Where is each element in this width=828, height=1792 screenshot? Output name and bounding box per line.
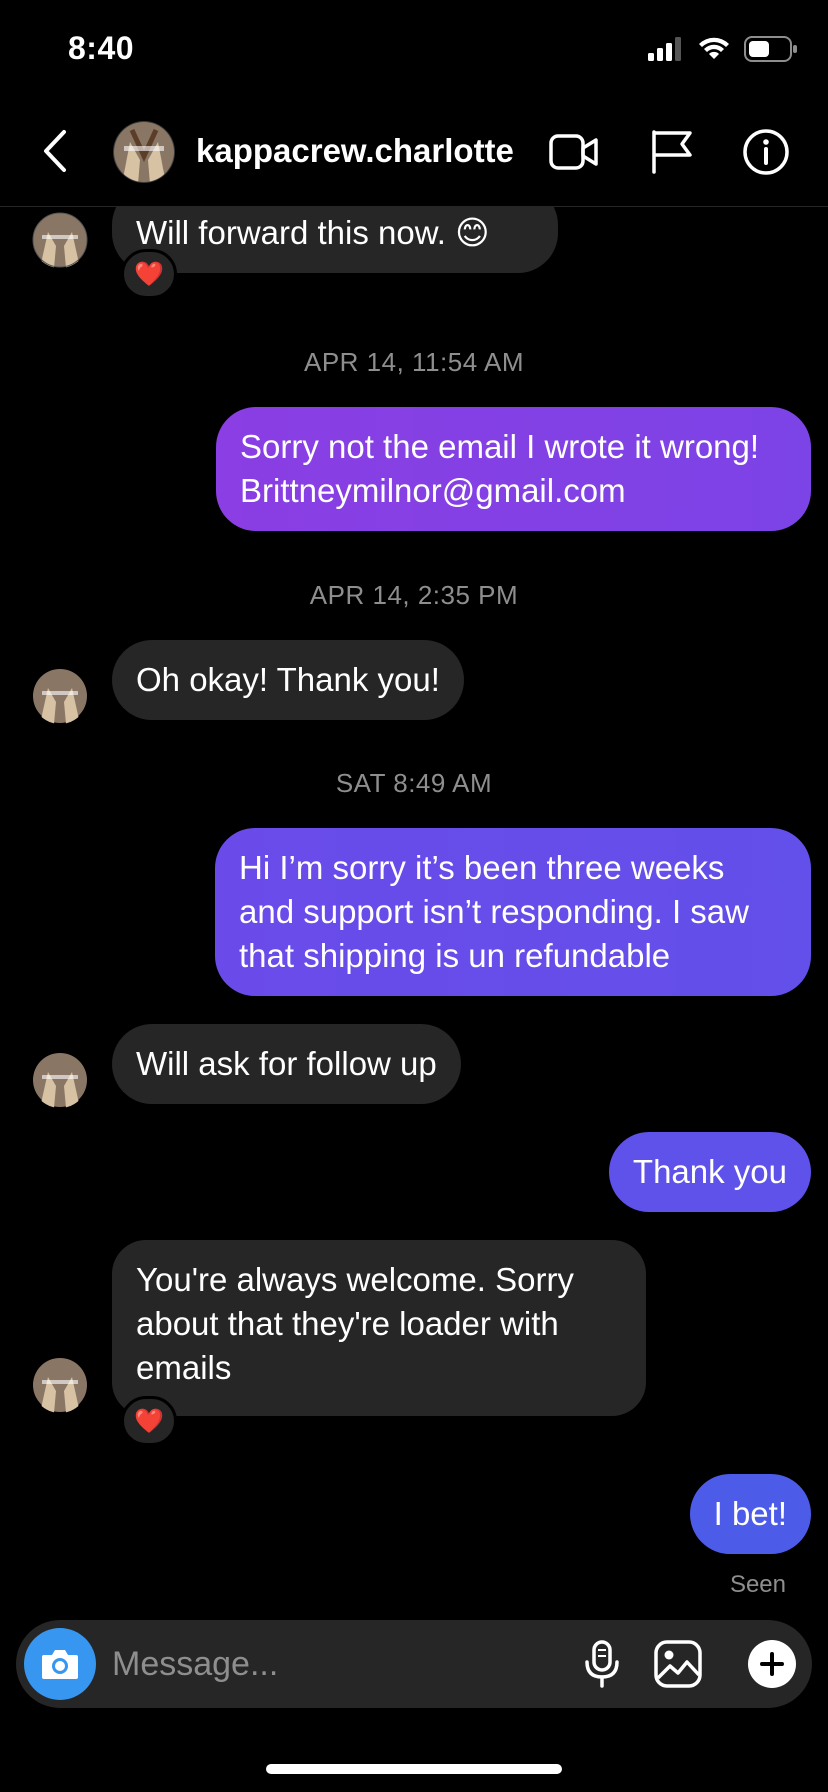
home-indicator[interactable] bbox=[266, 1764, 562, 1774]
reaction-emoji: ❤️ bbox=[134, 260, 164, 288]
message-bubble-incoming[interactable]: Oh okay! Thank you! bbox=[112, 640, 464, 720]
battery-icon bbox=[744, 36, 797, 62]
message-bubble-outgoing[interactable]: Hi I’m sorry it’s been three weeks and s… bbox=[215, 828, 811, 996]
camera-button[interactable] bbox=[24, 1628, 96, 1700]
message-input[interactable] bbox=[112, 1634, 472, 1694]
reaction-emoji: ❤️ bbox=[134, 1407, 164, 1435]
message-bubble-incoming[interactable]: Will ask for follow up bbox=[112, 1024, 461, 1104]
avatar[interactable] bbox=[112, 120, 176, 184]
gallery-icon[interactable] bbox=[652, 1638, 704, 1690]
message-bubble-outgoing[interactable]: I bet! bbox=[689, 1474, 811, 1554]
message-composer bbox=[16, 1620, 812, 1708]
microphone-icon[interactable] bbox=[576, 1638, 628, 1690]
message-bubble-incoming[interactable]: You're always welcome. Sorry about that … bbox=[112, 1240, 646, 1416]
heart-reaction[interactable]: ❤️ bbox=[121, 1396, 177, 1446]
timestamp: APR 14, 11:54 AM bbox=[304, 347, 524, 377]
avatar[interactable] bbox=[32, 212, 88, 268]
seen-indicator: Seen bbox=[729, 1571, 786, 1598]
status-time: 8:40 bbox=[68, 30, 135, 66]
avatar[interactable] bbox=[32, 668, 88, 724]
video-call-icon[interactable] bbox=[548, 128, 600, 176]
camera-icon bbox=[42, 1650, 78, 1679]
avatar[interactable] bbox=[32, 1357, 88, 1413]
status-bar: 8:40 bbox=[0, 0, 828, 100]
message-bubble-outgoing[interactable]: Thank you bbox=[608, 1132, 811, 1212]
status-icons bbox=[648, 36, 798, 62]
chat-header: kappacrew.charlotte bbox=[0, 100, 828, 207]
message-bubble-outgoing[interactable]: Sorry not the email I wrote it wrong! Br… bbox=[216, 407, 811, 531]
plus-icon bbox=[760, 1652, 784, 1676]
info-icon[interactable] bbox=[740, 128, 792, 176]
chat-username[interactable]: kappacrew.charlotte bbox=[196, 132, 514, 170]
signal-icon bbox=[648, 37, 681, 61]
timestamp: APR 14, 2:35 PM bbox=[309, 580, 519, 610]
message-bubble-incoming[interactable]: Will forward this now. 😊 bbox=[112, 207, 558, 273]
heart-reaction[interactable]: ❤️ bbox=[121, 249, 177, 299]
avatar[interactable] bbox=[32, 1052, 88, 1108]
add-button[interactable] bbox=[748, 1640, 796, 1688]
timestamp: SAT 8:49 AM bbox=[335, 768, 493, 798]
flag-icon[interactable] bbox=[646, 128, 698, 176]
back-chevron-icon[interactable] bbox=[38, 128, 74, 174]
message-thread[interactable]: Will forward this now. 😊 ❤️ APR 14, 11:5… bbox=[0, 207, 828, 1620]
wifi-icon bbox=[699, 37, 729, 59]
